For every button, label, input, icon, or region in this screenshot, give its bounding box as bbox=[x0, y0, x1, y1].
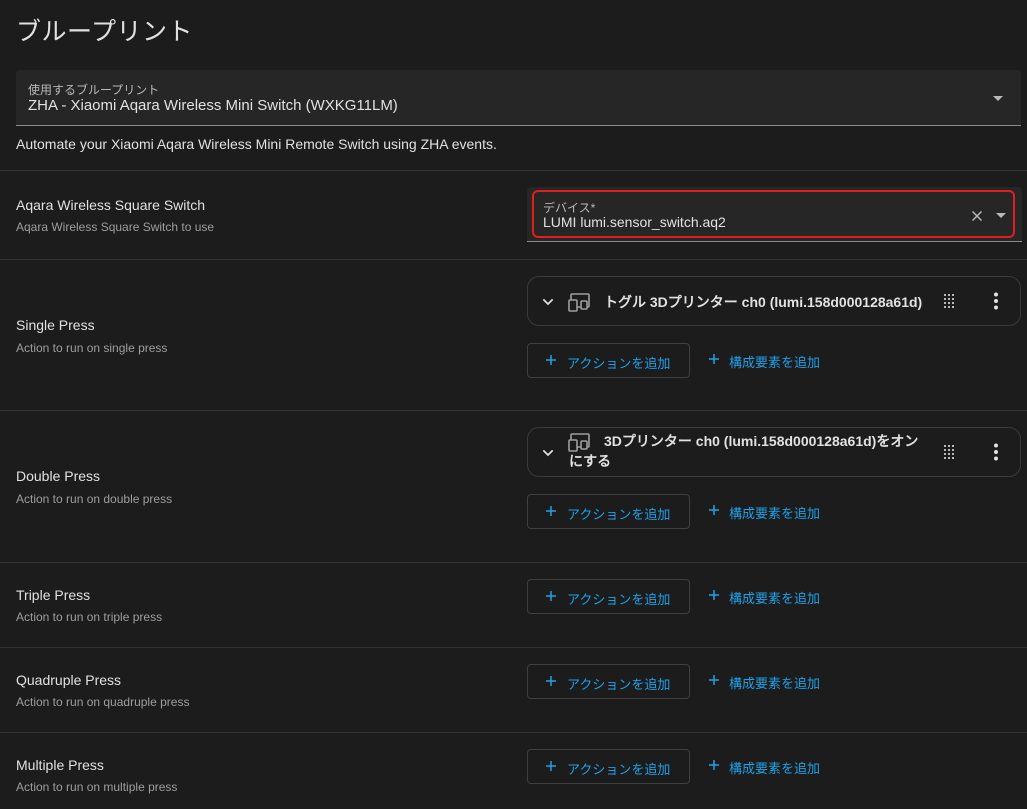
chevron-down-icon[interactable] bbox=[540, 294, 556, 310]
add-action-label: アクションを追加 bbox=[567, 507, 671, 522]
action-card-single[interactable]: トグル 3Dプリンター ch0 (lumi.158d000128a61d) bbox=[527, 276, 1021, 326]
more-vert-icon[interactable] bbox=[993, 292, 999, 310]
more-vert-icon[interactable] bbox=[993, 443, 999, 461]
divider bbox=[0, 647, 1027, 648]
add-action-label: アクションを追加 bbox=[567, 592, 671, 607]
add-building-block-label: 構成要素を追加 bbox=[729, 506, 821, 521]
add-building-block-button[interactable]: 構成要素を追加 bbox=[706, 579, 832, 614]
divider bbox=[0, 732, 1027, 733]
action-description: 3Dプリンター ch0 (lumi.158d000128a61d)をオンにする bbox=[569, 433, 919, 469]
input-subtitle-quadruple: Action to run on quadruple press bbox=[16, 695, 190, 709]
input-subtitle-triple: Action to run on triple press bbox=[16, 610, 163, 624]
plus-icon bbox=[546, 355, 556, 365]
add-building-block-label: 構成要素を追加 bbox=[729, 355, 821, 370]
page-title: ブループリント bbox=[16, 18, 194, 46]
plus-icon bbox=[546, 761, 556, 771]
add-building-block-button[interactable]: 構成要素を追加 bbox=[706, 664, 832, 699]
input-subtitle-multiple: Action to run on multiple press bbox=[16, 780, 178, 794]
input-title-multiple: Multiple Press bbox=[16, 757, 104, 773]
input-title-quadruple: Quadruple Press bbox=[16, 672, 122, 688]
add-action-button[interactable]: アクションを追加 bbox=[527, 664, 690, 699]
add-action-button[interactable]: アクションを追加 bbox=[527, 494, 690, 529]
blueprint-description: Automate your Xiaomi Aqara Wireless Mini… bbox=[16, 136, 497, 152]
add-building-block-label: 構成要素を追加 bbox=[729, 591, 821, 606]
add-action-button[interactable]: アクションを追加 bbox=[527, 579, 690, 614]
add-action-label: アクションを追加 bbox=[567, 762, 671, 777]
input-subtitle-switch: Aqara Wireless Square Switch to use bbox=[16, 220, 215, 234]
add-action-label: アクションを追加 bbox=[567, 677, 671, 692]
add-action-button[interactable]: アクションを追加 bbox=[527, 343, 690, 378]
input-title-switch: Aqara Wireless Square Switch bbox=[16, 197, 206, 213]
plus-icon bbox=[709, 675, 719, 685]
add-building-block-button[interactable]: 構成要素を追加 bbox=[706, 343, 832, 378]
device-icon bbox=[568, 293, 590, 312]
action-card-double[interactable]: 3Dプリンター ch0 (lumi.158d000128a61d)をオンにする bbox=[527, 427, 1021, 477]
drag-handle-icon[interactable] bbox=[944, 445, 956, 459]
plus-icon bbox=[709, 760, 719, 770]
chevron-down-icon[interactable] bbox=[540, 445, 556, 461]
divider bbox=[0, 170, 1027, 171]
plus-icon bbox=[546, 591, 556, 601]
blueprint-select[interactable]: 使用するブループリント ZHA - Xiaomi Aqara Wireless … bbox=[16, 70, 1021, 126]
divider bbox=[0, 562, 1027, 563]
input-subtitle-single: Action to run on single press bbox=[16, 341, 168, 355]
input-title-double: Double Press bbox=[16, 468, 101, 484]
plus-icon bbox=[546, 506, 556, 516]
add-building-block-button[interactable]: 構成要素を追加 bbox=[706, 494, 832, 529]
blueprint-select-value: ZHA - Xiaomi Aqara Wireless Mini Switch … bbox=[28, 97, 398, 114]
device-select[interactable]: デバイス* LUMI lumi.sensor_switch.aq2 bbox=[527, 187, 1022, 242]
input-subtitle-double: Action to run on double press bbox=[16, 492, 173, 506]
dropdown-arrow-icon[interactable] bbox=[993, 96, 1003, 101]
add-action-label: アクションを追加 bbox=[567, 356, 671, 371]
divider bbox=[0, 410, 1027, 411]
plus-icon bbox=[709, 590, 719, 600]
add-building-block-label: 構成要素を追加 bbox=[729, 676, 821, 691]
plus-icon bbox=[546, 676, 556, 686]
input-title-triple: Triple Press bbox=[16, 587, 91, 603]
dropdown-arrow-icon[interactable] bbox=[996, 213, 1006, 218]
add-action-button[interactable]: アクションを追加 bbox=[527, 749, 690, 784]
blueprint-select-label: 使用するブループリント bbox=[28, 83, 160, 97]
action-description: トグル 3Dプリンター ch0 (lumi.158d000128a61d) bbox=[604, 294, 923, 310]
add-building-block-button[interactable]: 構成要素を追加 bbox=[706, 749, 832, 784]
add-building-block-label: 構成要素を追加 bbox=[729, 761, 821, 776]
close-icon[interactable] bbox=[968, 207, 986, 225]
plus-icon bbox=[709, 505, 719, 515]
divider bbox=[0, 259, 1027, 260]
plus-icon bbox=[709, 354, 719, 364]
device-select-value: LUMI lumi.sensor_switch.aq2 bbox=[543, 214, 726, 230]
drag-handle-icon[interactable] bbox=[944, 294, 956, 308]
input-title-single: Single Press bbox=[16, 317, 95, 333]
